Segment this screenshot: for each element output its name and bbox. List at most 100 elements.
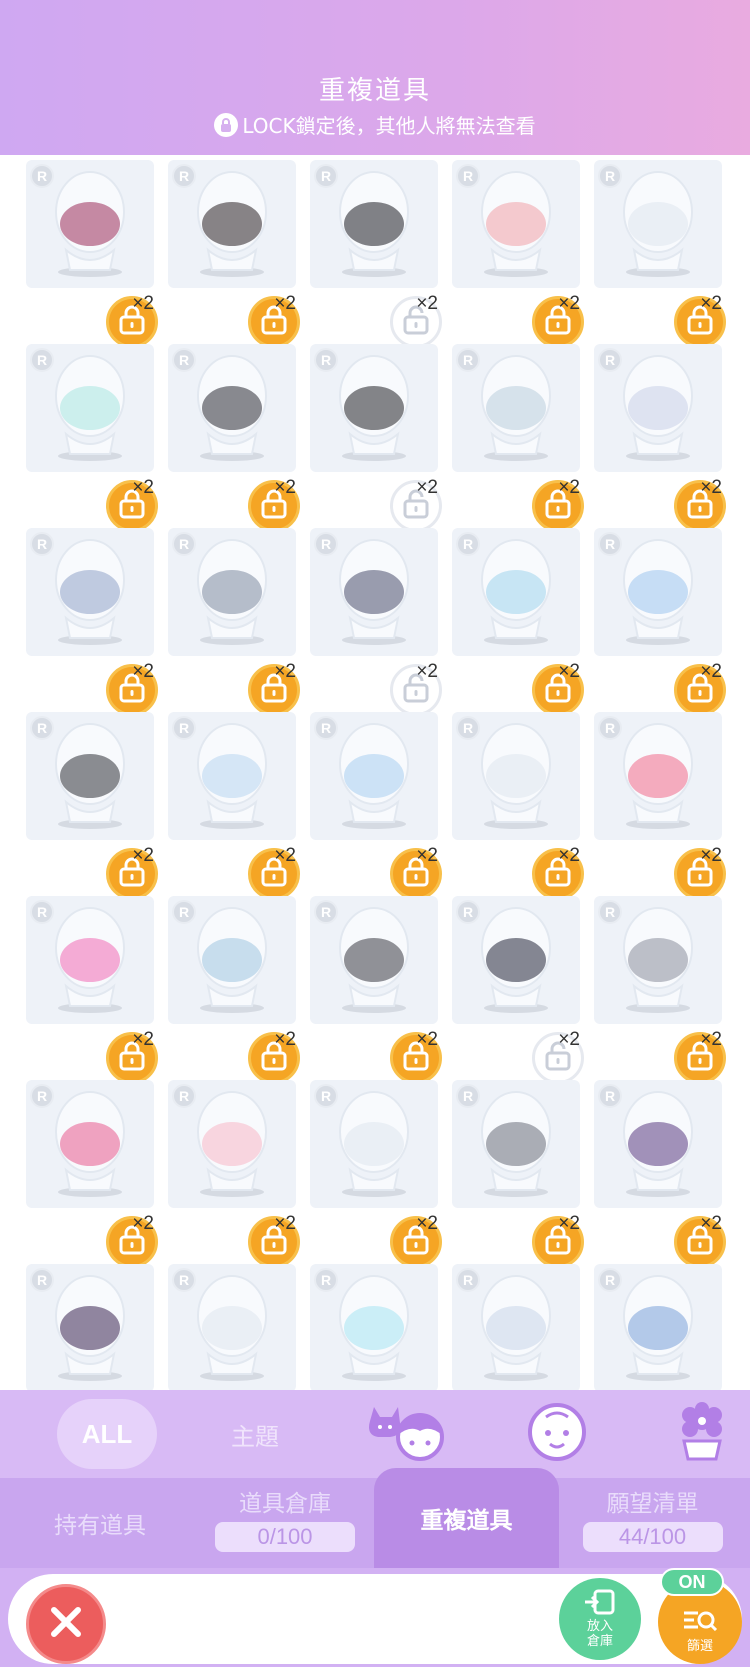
item-cell[interactable]: R ×2 <box>594 160 726 348</box>
item-thumbnail[interactable]: R <box>26 1264 154 1390</box>
item-thumbnail[interactable]: R <box>594 160 722 288</box>
rarity-badge: R <box>172 716 196 740</box>
tab-item-storage[interactable]: 道具倉庫 0/100 <box>200 1473 370 1563</box>
item-thumbnail[interactable]: R <box>594 1080 722 1208</box>
item-cell[interactable]: R ×2 <box>26 528 158 716</box>
store-button[interactable]: 放入 倉庫 <box>559 1578 641 1660</box>
item-thumbnail[interactable]: R <box>168 896 296 1024</box>
item-thumbnail[interactable]: R <box>26 528 154 656</box>
item-cell[interactable]: R <box>168 1264 296 1390</box>
item-cell[interactable]: R ×2 <box>310 344 442 532</box>
item-thumbnail[interactable]: R <box>26 160 154 288</box>
item-cell[interactable]: R <box>452 1264 580 1390</box>
item-cell[interactable]: R ×2 <box>452 344 584 532</box>
item-cell[interactable]: R ×2 <box>310 528 442 716</box>
item-thumbnail[interactable]: R <box>452 1080 580 1208</box>
item-count: ×2 <box>700 293 722 314</box>
item-cell[interactable]: R ×2 <box>452 712 584 900</box>
item-thumbnail[interactable]: R <box>26 344 154 472</box>
category-pets[interactable] <box>362 1396 452 1472</box>
item-thumbnail[interactable]: R <box>452 344 580 472</box>
item-cell[interactable]: R ×2 <box>452 1080 584 1268</box>
item-thumbnail[interactable]: R <box>310 344 438 472</box>
rarity-badge: R <box>598 716 622 740</box>
item-cell[interactable]: R ×2 <box>452 896 584 1084</box>
item-cell[interactable]: R ×2 <box>26 344 158 532</box>
item-cell[interactable]: R ×2 <box>594 712 726 900</box>
item-thumbnail[interactable]: R <box>452 1264 580 1390</box>
item-cell[interactable]: R ×2 <box>594 344 726 532</box>
item-thumbnail[interactable]: R <box>26 712 154 840</box>
item-cell[interactable]: R ×2 <box>26 712 158 900</box>
item-thumbnail[interactable]: R <box>168 1080 296 1208</box>
item-thumbnail[interactable]: R <box>168 160 296 288</box>
tab-owned-items[interactable]: 持有道具 <box>20 1478 180 1568</box>
item-count: ×2 <box>700 1213 722 1234</box>
item-cell[interactable]: R ×2 <box>168 896 300 1084</box>
item-cell[interactable]: R ×2 <box>26 896 158 1084</box>
rarity-badge: R <box>598 900 622 924</box>
item-cell[interactable]: R ×2 <box>452 528 584 716</box>
item-count: ×2 <box>274 477 296 498</box>
item-count: ×2 <box>132 845 154 866</box>
item-cell[interactable]: R ×2 <box>168 528 300 716</box>
category-decor[interactable] <box>662 1396 742 1472</box>
item-cell[interactable]: R ×2 <box>594 896 726 1084</box>
item-grid-scroll[interactable]: R ×2 R ×2 R ×2 R ×2 R ×2 R ×2 R ×2 R ×2 R ×2 R ×2 R ×2 R ×2 R ×2 R… <box>0 155 750 1390</box>
rarity-badge: R <box>598 532 622 556</box>
item-thumbnail[interactable]: R <box>310 712 438 840</box>
item-cell[interactable]: R ×2 <box>168 344 300 532</box>
item-thumbnail[interactable]: R <box>310 1264 438 1390</box>
item-thumbnail[interactable]: R <box>452 160 580 288</box>
category-face[interactable] <box>512 1396 602 1472</box>
item-thumbnail[interactable]: R <box>594 712 722 840</box>
item-thumbnail[interactable]: R <box>168 344 296 472</box>
item-thumbnail[interactable]: R <box>594 528 722 656</box>
rarity-badge: R <box>598 1268 622 1292</box>
item-cell[interactable]: R ×2 <box>452 160 584 348</box>
item-cell[interactable]: R ×2 <box>168 712 300 900</box>
tab-wishlist[interactable]: 願望清單 44/100 <box>570 1473 735 1563</box>
item-thumbnail[interactable]: R <box>310 896 438 1024</box>
store-label-2: 倉庫 <box>586 1634 613 1649</box>
item-cell[interactable]: R ×2 <box>310 160 442 348</box>
close-button[interactable] <box>26 1584 106 1664</box>
item-thumbnail[interactable]: R <box>26 896 154 1024</box>
item-thumbnail[interactable]: R <box>452 712 580 840</box>
item-thumbnail[interactable]: R <box>168 712 296 840</box>
page-title: 重複道具 <box>318 76 431 106</box>
item-cell[interactable]: R <box>310 1264 438 1390</box>
rarity-badge: R <box>30 348 54 372</box>
tab-storage-label: 道具倉庫 <box>239 1490 331 1516</box>
item-thumbnail[interactable]: R <box>594 344 722 472</box>
item-thumbnail[interactable]: R <box>310 160 438 288</box>
item-cell[interactable]: R ×2 <box>26 1080 158 1268</box>
item-count: ×2 <box>558 293 580 314</box>
category-theme[interactable]: 主題 <box>210 1396 300 1472</box>
item-cell[interactable]: R <box>26 1264 154 1390</box>
item-cell[interactable]: R ×2 <box>310 1080 442 1268</box>
rarity-badge: R <box>456 1084 480 1108</box>
item-count: ×2 <box>700 477 722 498</box>
item-thumbnail[interactable]: R <box>452 896 580 1024</box>
item-cell[interactable]: R ×2 <box>310 712 442 900</box>
item-thumbnail[interactable]: R <box>168 1264 296 1390</box>
item-thumbnail[interactable]: R <box>452 528 580 656</box>
rarity-badge: R <box>314 900 338 924</box>
item-thumbnail[interactable]: R <box>26 1080 154 1208</box>
item-cell[interactable]: R ×2 <box>26 160 158 348</box>
item-count: ×2 <box>700 661 722 682</box>
item-cell[interactable]: R <box>594 1264 722 1390</box>
item-cell[interactable]: R ×2 <box>594 528 726 716</box>
category-all[interactable]: ALL <box>57 1399 157 1469</box>
item-cell[interactable]: R ×2 <box>168 1080 300 1268</box>
item-thumbnail[interactable]: R <box>594 896 722 1024</box>
item-cell[interactable]: R ×2 <box>168 160 300 348</box>
item-thumbnail[interactable]: R <box>168 528 296 656</box>
item-cell[interactable]: R ×2 <box>594 1080 726 1268</box>
item-thumbnail[interactable]: R <box>594 1264 722 1390</box>
item-cell[interactable]: R ×2 <box>310 896 442 1084</box>
item-thumbnail[interactable]: R <box>310 1080 438 1208</box>
tab-duplicate-items[interactable]: 重複道具 <box>374 1468 559 1568</box>
item-thumbnail[interactable]: R <box>310 528 438 656</box>
